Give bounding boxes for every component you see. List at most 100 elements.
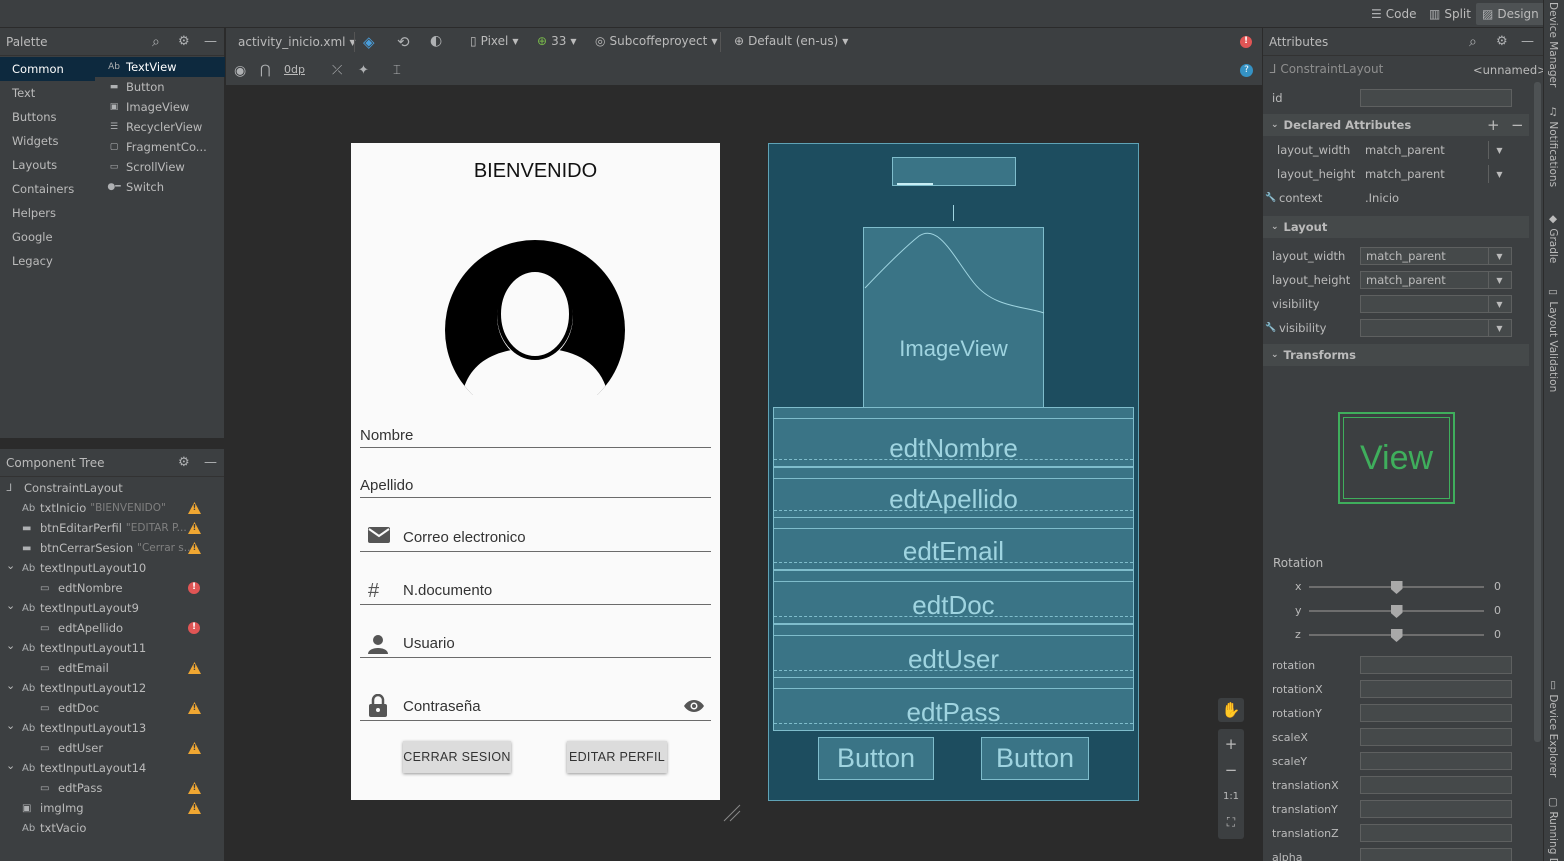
palette-widget-button[interactable]: ▬ Button [95, 77, 225, 97]
warning-icon[interactable] [188, 522, 201, 534]
gear-icon[interactable]: ⚙ [178, 34, 190, 49]
blueprint-imageview[interactable]: ImageView [863, 227, 1045, 408]
zoom-in-button[interactable]: + [1218, 732, 1244, 756]
tree-node[interactable]: ⌄ Ab textInputLayout9 [6, 598, 139, 618]
blueprint-field-edtdoc[interactable]: edtDoc [773, 570, 1134, 624]
default-margin-button[interactable]: 0dp [284, 63, 305, 76]
warning-icon[interactable] [188, 802, 201, 814]
design-mode-button[interactable]: ▨ Design [1476, 3, 1545, 25]
tree-node[interactable]: ▬ btnEditarPerfil "EDITAR P... [22, 518, 187, 538]
attribute-value-field[interactable] [1360, 728, 1512, 746]
magnet-off-icon[interactable]: ⋂ [260, 63, 271, 78]
blueprint-field-edtnombre[interactable]: edtNombre [773, 407, 1134, 467]
gradle-tab[interactable]: ◆ Gradle [1547, 213, 1559, 263]
tree-node[interactable]: ▭ edtNombre [40, 578, 123, 598]
tree-node[interactable]: Ab txtVacio [22, 818, 86, 838]
palette-widget-recyclerview[interactable]: ☰ RecyclerView [95, 117, 225, 137]
warning-icon[interactable] [188, 662, 201, 674]
error-icon[interactable] [188, 582, 200, 594]
chevron-down-icon[interactable]: ▼ [1488, 295, 1510, 313]
pan-hand-icon[interactable]: ✋ [1218, 698, 1244, 722]
warning-icon[interactable] [188, 502, 201, 514]
attribute-value-field[interactable] [1360, 752, 1512, 770]
tree-node[interactable]: ᒧ ConstraintLayout [6, 478, 123, 498]
blueprint-button-1[interactable]: Button [818, 737, 934, 780]
chevron-down-icon[interactable]: ⌄ [6, 639, 18, 652]
tree-node[interactable]: ⌄ Ab textInputLayout11 [6, 638, 146, 658]
attribute-value-field[interactable] [1360, 824, 1512, 842]
attribute-value-field[interactable] [1360, 89, 1512, 107]
tree-node[interactable]: ⌄ Ab textInputLayout13 [6, 718, 146, 738]
orientation-icon[interactable]: ⟲ [397, 33, 410, 51]
chevron-down-icon[interactable]: ▼ [1488, 247, 1510, 265]
palette-widget-scrollview[interactable]: ▭ ScrollView [95, 157, 225, 177]
blueprint-field-edtemail[interactable]: edtEmail [773, 517, 1134, 570]
chevron-down-icon[interactable]: ▼ [1488, 271, 1510, 289]
attribute-value-field[interactable] [1360, 800, 1512, 818]
gear-icon[interactable]: ⚙ [178, 455, 190, 470]
logout-button[interactable]: CERRAR SESION [403, 741, 511, 773]
attribute-value-field[interactable] [1360, 776, 1512, 794]
palette-widget-fragmentco[interactable]: ▢ FragmentCo... [95, 137, 225, 157]
palette-category-layouts[interactable]: Layouts [0, 153, 95, 177]
palette-category-google[interactable]: Google [0, 225, 95, 249]
edit-profile-button[interactable]: EDITAR PERFIL [567, 741, 667, 773]
code-mode-button[interactable]: ☰ Code [1365, 3, 1423, 25]
infer-constraints-icon[interactable]: ✦ [358, 63, 369, 78]
minimize-icon[interactable]: — [204, 34, 217, 49]
file-selector[interactable]: activity_inicio.xml ▼ [238, 34, 356, 50]
text-field-1[interactable]: Apellido [360, 477, 413, 494]
notifications-tab[interactable]: ♫ Notifications [1547, 106, 1559, 187]
blueprint-field-edtuser[interactable]: edtUser [773, 624, 1134, 678]
tree-node[interactable]: ⌄ Ab textInputLayout10 [6, 558, 146, 578]
warning-icon[interactable] [188, 782, 201, 794]
text-field-4[interactable]: Usuario [403, 635, 455, 652]
blueprint-button-2[interactable]: Button [981, 737, 1089, 780]
tree-node[interactable]: ▭ edtDoc [40, 698, 99, 718]
tree-node[interactable]: ▭ edtUser [40, 738, 103, 758]
attribute-value-field[interactable] [1360, 680, 1512, 698]
text-field-2[interactable]: Correo electronico [403, 529, 526, 546]
tree-node[interactable]: ⌄ Ab textInputLayout12 [6, 678, 146, 698]
guidelines-icon[interactable]: ⌶ [393, 63, 401, 78]
blueprint-field-edtapellido[interactable]: edtApellido [773, 467, 1134, 518]
locale-selector[interactable]: ⊕ Default (en-us) ▼ [734, 34, 848, 48]
chevron-down-icon[interactable]: ⌄ [6, 679, 18, 692]
error-icon[interactable] [188, 622, 200, 634]
search-icon[interactable]: ⌕ [152, 34, 160, 50]
chevron-down-icon[interactable]: ▼ [1488, 319, 1510, 337]
theme-selector[interactable]: ◎ Subcoffeproyect ▼ [595, 34, 718, 48]
tree-node[interactable]: Ab txtInicio "BIENVENIDO" [22, 498, 166, 518]
tree-node[interactable]: ▭ edtPass [40, 778, 102, 798]
text-field-5[interactable]: Contraseña [403, 698, 481, 715]
blueprint-title-box[interactable] [892, 157, 1016, 186]
layers-icon[interactable]: ◈ [363, 33, 375, 51]
palette-category-containers[interactable]: Containers [0, 177, 95, 201]
tree-node[interactable]: ▭ edtApellido [40, 618, 123, 638]
api-selector[interactable]: ⊕ 33 ▼ [537, 34, 577, 48]
add-icon[interactable]: + [1487, 116, 1500, 134]
declared-attributes-section[interactable]: ⌄ Declared Attributes + − [1263, 114, 1529, 136]
help-icon[interactable]: ? [1240, 64, 1253, 77]
clear-constraints-icon[interactable]: ⤫ [332, 63, 342, 78]
remove-icon[interactable]: − [1511, 116, 1524, 134]
text-field-0[interactable]: Nombre [360, 427, 413, 444]
tree-node[interactable]: ⌄ Ab textInputLayout14 [6, 758, 146, 778]
chevron-down-icon[interactable]: ⌄ [6, 719, 18, 732]
attribute-value-field[interactable] [1360, 848, 1512, 861]
night-mode-icon[interactable]: ◐ [430, 33, 442, 49]
chevron-down-icon[interactable]: ⌄ [6, 559, 18, 572]
warning-icon[interactable] [188, 702, 201, 714]
chevron-down-icon[interactable]: ⌄ [6, 759, 18, 772]
running-devices-tab[interactable]: ▢ Running D [1547, 796, 1559, 861]
attribute-value-field[interactable] [1360, 656, 1512, 674]
palette-category-legacy[interactable]: Legacy [0, 249, 95, 273]
search-icon[interactable]: ⌕ [1469, 34, 1477, 50]
gear-icon[interactable]: ⚙ [1496, 34, 1508, 49]
layout-section[interactable]: ⌄ Layout [1263, 216, 1529, 238]
resize-handle-icon[interactable] [722, 803, 742, 823]
slider-thumb[interactable] [1390, 605, 1403, 618]
palette-category-text[interactable]: Text [0, 81, 95, 105]
attribute-value-field[interactable] [1360, 704, 1512, 722]
palette-category-widgets[interactable]: Widgets [0, 129, 95, 153]
